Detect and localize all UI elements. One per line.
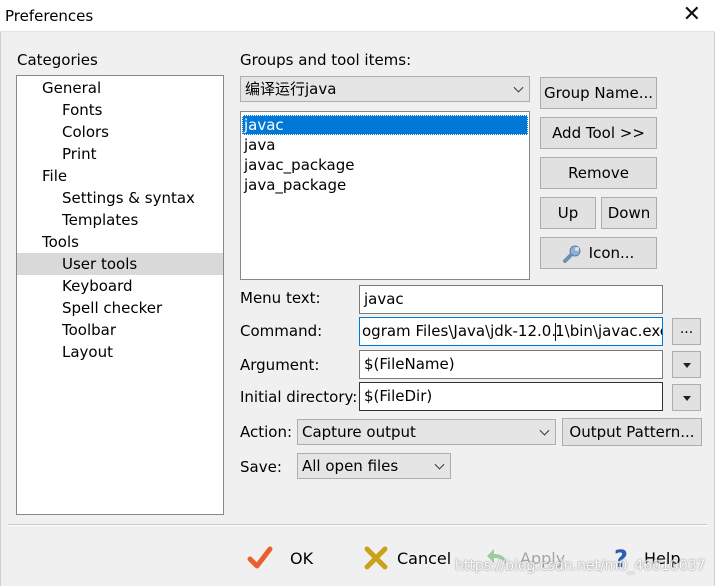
command-browse-button[interactable]: ...: [672, 318, 701, 345]
groups-label: Groups and tool items:: [240, 51, 412, 69]
icon-button-label: Icon...: [588, 244, 635, 262]
menu-text-label: Menu text:: [240, 289, 321, 307]
tree-node[interactable]: User tools: [17, 253, 223, 275]
tool-items-list[interactable]: javac java javac_package java_package: [240, 111, 530, 280]
tool-list-item[interactable]: javac_package: [242, 155, 528, 175]
save-label: Save:: [240, 458, 282, 476]
command-label: Command:: [240, 322, 323, 340]
chevron-down-icon: [513, 82, 524, 93]
cross-icon: [364, 546, 388, 570]
down-button[interactable]: Down: [601, 197, 657, 229]
title-bar: Preferences ✕: [0, 0, 715, 32]
initial-directory-label: Initial directory:: [240, 388, 358, 406]
command-input[interactable]: ogram Files\Java\jdk-12.0.1\bin\javac.ex…: [359, 317, 663, 346]
action-value: Capture output: [302, 423, 416, 441]
argument-menu-button[interactable]: [672, 351, 701, 378]
menu-text-input[interactable]: javac: [359, 285, 663, 314]
command-value-start: ogram Files\Java\jdk-12.0.: [362, 322, 557, 340]
tree-node[interactable]: Settings & syntax: [17, 187, 223, 209]
ok-button-label: OK: [290, 549, 314, 568]
tree-node[interactable]: Print: [17, 143, 223, 165]
tree-node[interactable]: Tools: [17, 231, 223, 253]
tree-node[interactable]: Keyboard: [17, 275, 223, 297]
tree-node[interactable]: Fonts: [17, 99, 223, 121]
command-value-end: 1\bin\javac.exe: [555, 322, 663, 340]
initial-directory-input[interactable]: $(FileDir): [359, 382, 663, 411]
add-tool-button[interactable]: Add Tool >>: [540, 117, 657, 149]
tool-list-item[interactable]: javac: [242, 115, 528, 135]
categories-tree[interactable]: General Fonts Colors Print File Settings & sy…: [16, 75, 224, 515]
remove-button[interactable]: Remove: [540, 157, 657, 189]
chevron-down-icon: [434, 459, 445, 470]
checkmark-icon: [247, 546, 273, 569]
tree-node[interactable]: File: [17, 165, 223, 187]
group-select[interactable]: 编译运行java: [240, 76, 530, 102]
triangle-down-icon: [683, 363, 691, 368]
output-pattern-button[interactable]: Output Pattern...: [562, 418, 702, 446]
icon-button[interactable]: Icon...: [540, 237, 657, 269]
menu-text-value: javac: [364, 290, 404, 308]
window-border-left: [0, 32, 1, 586]
group-select-value: 编译运行java: [245, 80, 337, 98]
group-name-button[interactable]: Group Name...: [540, 77, 657, 109]
tree-node[interactable]: Spell checker: [17, 297, 223, 319]
action-select[interactable]: Capture output: [297, 419, 556, 445]
wrench-icon: [563, 245, 581, 263]
tree-node[interactable]: Colors: [17, 121, 223, 143]
save-value: All open files: [302, 457, 399, 475]
tree-node[interactable]: Toolbar: [17, 319, 223, 341]
watermark-text: https://blog.csdn.net/m0_46010037: [455, 558, 706, 574]
tree-node[interactable]: General: [17, 77, 223, 99]
action-label: Action:: [240, 423, 293, 441]
initial-directory-menu-button[interactable]: [672, 384, 701, 411]
window-title: Preferences: [5, 7, 94, 25]
chevron-down-icon: [539, 425, 550, 436]
cancel-button-label: Cancel: [397, 549, 452, 568]
argument-value: $(FileName): [364, 355, 455, 373]
categories-label: Categories: [17, 51, 98, 69]
initial-directory-value: $(FileDir): [364, 387, 433, 405]
browse-button-label: ...: [679, 321, 694, 337]
argument-input[interactable]: $(FileName): [359, 350, 663, 379]
argument-label: Argument:: [240, 356, 320, 374]
tool-list-item[interactable]: java_package: [242, 175, 528, 195]
save-select[interactable]: All open files: [297, 453, 451, 479]
close-icon[interactable]: ✕: [683, 2, 701, 27]
ok-button[interactable]: OK: [246, 538, 326, 578]
up-button[interactable]: Up: [540, 197, 596, 229]
cancel-button[interactable]: Cancel: [362, 538, 462, 578]
tool-list-item[interactable]: java: [242, 135, 528, 155]
tree-node[interactable]: Layout: [17, 341, 223, 363]
footer-separator-highlight: [8, 525, 707, 526]
triangle-down-icon: [683, 396, 691, 401]
tree-node[interactable]: Templates: [17, 209, 223, 231]
